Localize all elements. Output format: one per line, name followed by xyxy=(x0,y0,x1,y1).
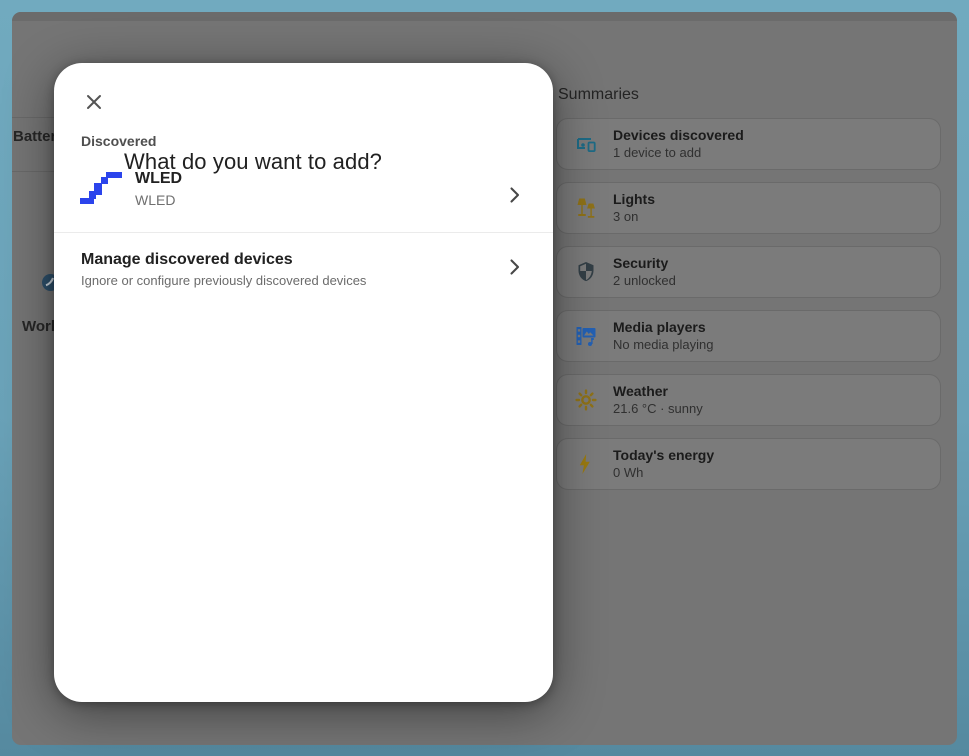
summary-card-weather[interactable]: Weather 21.6 °C · sunny xyxy=(556,374,941,426)
summary-card-lights[interactable]: Lights 3 on xyxy=(556,182,941,234)
sun-icon xyxy=(574,388,598,412)
summary-card-title: Devices discovered xyxy=(613,128,744,143)
devices-icon xyxy=(574,132,598,156)
summary-card-media-players[interactable]: Media players No media playing xyxy=(556,310,941,362)
chevron-right-icon xyxy=(503,256,525,278)
summary-card-subtitle: 3 on xyxy=(613,210,655,224)
summary-card-today-s-energy[interactable]: Today's energy 0 Wh xyxy=(556,438,941,490)
shield-icon xyxy=(574,260,598,284)
device-name: WLED xyxy=(135,170,182,188)
summary-card-title: Media players xyxy=(613,320,713,335)
chevron-right-icon xyxy=(503,184,525,206)
summaries-heading: Summaries xyxy=(558,86,639,104)
manage-discovered-devices-row[interactable]: Manage discovered devices Ignore or conf… xyxy=(54,233,553,301)
summary-card-title: Today's energy xyxy=(613,448,714,463)
app-header-bar xyxy=(12,12,957,21)
summary-card-subtitle: 0 Wh xyxy=(613,466,714,480)
wled-logo-icon xyxy=(79,171,123,215)
device-integration-name: WLED xyxy=(135,192,175,208)
summary-card-devices-discovered[interactable]: Devices discovered 1 device to add xyxy=(556,118,941,170)
summary-card-security[interactable]: Security 2 unlocked xyxy=(556,246,941,298)
summary-card-subtitle: 1 device to add xyxy=(613,146,744,160)
summary-card-title: Lights xyxy=(613,192,655,207)
manage-row-title: Manage discovered devices xyxy=(81,251,293,269)
discovered-device-row-wled[interactable]: WLED WLED xyxy=(54,161,553,229)
media-icon xyxy=(574,324,598,348)
summary-card-subtitle: 21.6 °C · sunny xyxy=(613,402,703,416)
manage-row-subtitle: Ignore or configure previously discovere… xyxy=(81,273,366,288)
close-dialog-button[interactable] xyxy=(80,88,108,116)
add-device-dialog: What do you want to add? Discovered WLED… xyxy=(54,63,553,702)
summary-card-subtitle: 2 unlocked xyxy=(613,274,676,288)
summary-card-title: Security xyxy=(613,256,676,271)
bolt-icon xyxy=(574,452,598,476)
summary-card-title: Weather xyxy=(613,384,703,399)
summary-card-subtitle: No media playing xyxy=(613,338,713,352)
close-icon xyxy=(83,91,105,113)
discovered-section-label: Discovered xyxy=(81,133,156,149)
lamps-icon xyxy=(574,196,598,220)
